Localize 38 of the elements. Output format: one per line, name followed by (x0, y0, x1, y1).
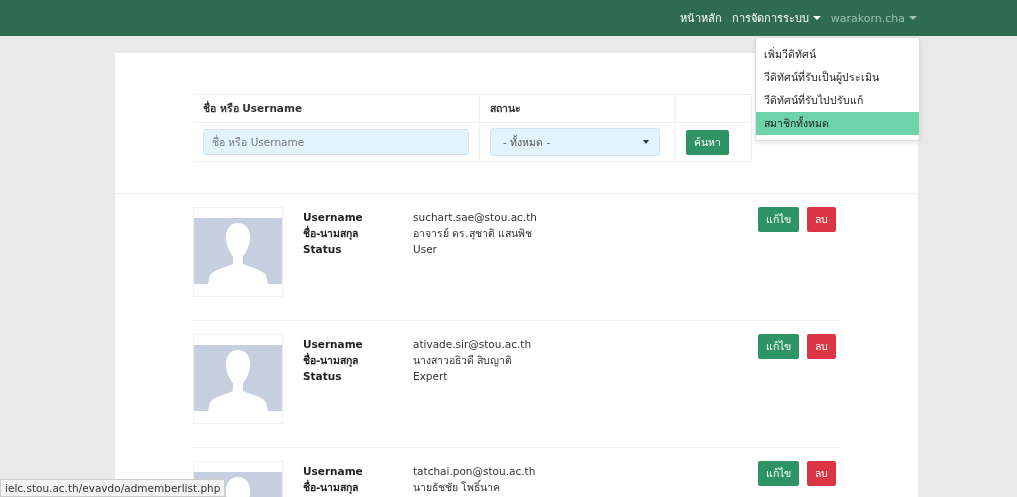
field-value: tatchai.pon@stou.ac.th (413, 465, 536, 477)
menu-item[interactable]: สมาชิกทั้งหมด (756, 112, 919, 135)
menu-item[interactable]: เพิ่มวีดิทัศน์ (756, 43, 919, 66)
field-value: นายธัชชัย โพธิ์นาค (413, 478, 501, 495)
field-value: อาจารย์ ดร.สุชาติ แสนพิช (413, 225, 532, 242)
field-label: Username (303, 211, 364, 223)
user-menu[interactable]: warakorn.cha (830, 11, 917, 25)
search-button[interactable]: ค้นหา (686, 129, 729, 155)
menu-item[interactable]: วีดิทัศน์ที่รับไปปรับแก้ (756, 89, 919, 112)
field-value: ativade.sir@stou.ac.th (413, 338, 532, 350)
caret-icon (812, 16, 821, 20)
field-value: User (413, 243, 437, 255)
field-value: นางสาวอธิวดี สิบญาติ (413, 352, 513, 369)
caret-icon (643, 140, 649, 144)
nav-link[interactable]: หน้าหลัก (679, 9, 722, 27)
caret-icon (909, 16, 917, 20)
field-label: Username (303, 338, 364, 350)
nav-dropdown[interactable]: การจัดการระบบ (731, 9, 821, 27)
column-header: สถานะ (490, 102, 521, 114)
status-bar-url: ielc.stou.ac.th/evavdo/admemberlist.php (0, 479, 226, 497)
field-label: Username (303, 465, 364, 477)
field-value: suchart.sae@stou.ac.th (413, 211, 537, 223)
field-value: Expert (413, 370, 448, 382)
column-header: ชื่อ หรือ Username (203, 102, 302, 114)
search-field[interactable]: ชื่อ หรือ Username (203, 129, 469, 155)
edit-button[interactable]: แก้ไข (758, 334, 799, 359)
delete-button[interactable]: ลบ (807, 334, 836, 359)
field-label: Status (303, 370, 343, 382)
menu-item[interactable]: วีดิทัศน์ที่รับเป็นผู้ประเมิน (756, 66, 919, 89)
edit-button[interactable]: แก้ไข (758, 461, 799, 486)
status-select[interactable]: - ทั้งหมด - (490, 128, 660, 156)
field-label: Status (303, 243, 343, 255)
edit-button[interactable]: แก้ไข (758, 207, 799, 232)
delete-button[interactable]: ลบ (807, 207, 836, 232)
delete-button[interactable]: ลบ (807, 461, 836, 486)
field-label: ชื่อ-นามสกุล (303, 478, 360, 496)
field-label: ชื่อ-นามสกุล (303, 224, 360, 242)
field-label: ชื่อ-นามสกุล (303, 351, 360, 369)
